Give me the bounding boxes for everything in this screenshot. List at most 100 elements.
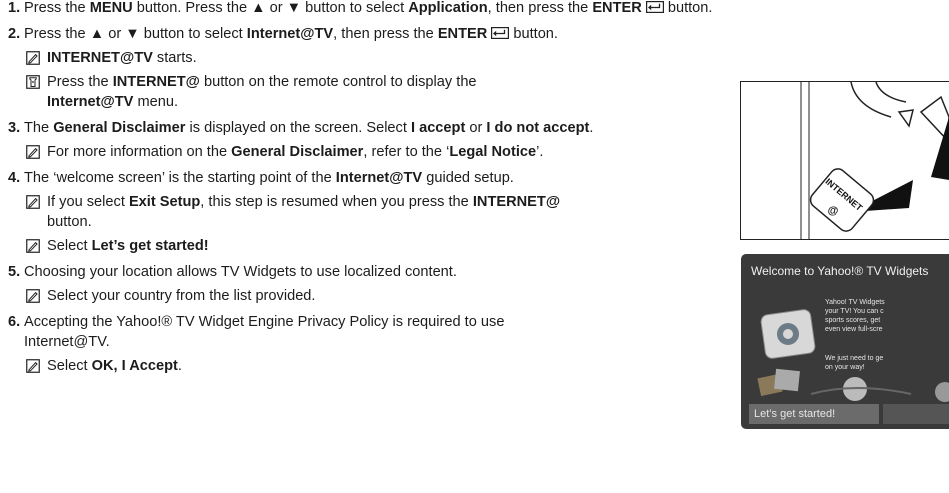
step-number: 2. xyxy=(8,26,21,42)
note-text: If you select Exit Setup, this step is r… xyxy=(47,192,731,232)
note-icon xyxy=(26,289,40,303)
bold-term: General Disclaimer xyxy=(231,144,364,160)
note-text: For more information on the General Disc… xyxy=(47,142,731,162)
step-2: 2. Press the ▲ or ▼ button to select Inte… xyxy=(0,24,731,44)
exit-setup-button xyxy=(883,404,949,424)
step-3: 3. The General Disclaimer is displayed on… xyxy=(0,118,731,138)
bold-term: Internet@TV xyxy=(246,26,334,42)
text-run: Accepting the Yahoo!® TV Widget Engine P… xyxy=(24,314,505,330)
step-text: The General Disclaimer is displayed on t… xyxy=(24,118,731,138)
note-text: INTERNET@TV starts. xyxy=(47,48,731,68)
text-run: or xyxy=(465,120,487,136)
body-line: even view full-scre xyxy=(825,326,883,333)
text-run: button. Press the ▲ or ▼ button to selec… xyxy=(132,0,409,16)
text-run: . xyxy=(589,120,594,136)
lets-get-started-button: Let’s get started! xyxy=(749,404,879,424)
step-number: 1. xyxy=(8,0,21,16)
text-run: button. xyxy=(47,214,92,230)
text-run: Press the ▲ or ▼ button to select xyxy=(24,26,247,42)
step-number: 6. xyxy=(8,314,21,330)
step-text: The ‘welcome screen’ is the starting poi… xyxy=(24,168,731,188)
bold-term: MENU xyxy=(89,0,133,16)
step-text: Press the ▲ or ▼ button to select Intern… xyxy=(24,24,731,44)
text-run: The xyxy=(24,120,54,136)
step-text: Press the MENU button. Press the ▲ or ▼ … xyxy=(24,0,731,18)
step-4-note: If you select Exit Setup, this step is r… xyxy=(0,192,731,232)
text-run: Internet@TV. xyxy=(24,334,110,350)
step-6-note: Select OK, I Accept. xyxy=(0,356,731,376)
body-line: sports scores, get xyxy=(825,317,881,324)
remote-icon xyxy=(26,75,40,89)
note-text: Select OK, I Accept. xyxy=(47,356,731,376)
remote-control-illustration: INTERNET @ xyxy=(740,81,949,240)
text-run: Select xyxy=(47,358,92,374)
bold-term: INTERNET@ xyxy=(112,74,200,90)
text-run: button. xyxy=(663,0,713,16)
bold-term: OK, I Accept xyxy=(91,358,178,374)
body-line: Yahoo! TV Widgets xyxy=(825,299,885,306)
step-6: 6. Accepting the Yahoo!® TV Widget Engine… xyxy=(0,312,731,352)
step-5: 5. Choosing your location allows TV Widge… xyxy=(0,262,731,282)
step-text: Accepting the Yahoo!® TV Widget Engine P… xyxy=(24,312,731,352)
step-1: 1. Press the MENU button. Press the ▲ or … xyxy=(0,0,731,18)
welcome-screen-graphics xyxy=(757,309,949,402)
text-run: For more information on the xyxy=(47,144,232,160)
note-icon xyxy=(26,145,40,159)
step-2-note: Press the INTERNET@ button on the remote… xyxy=(0,72,731,112)
step-3-note: For more information on the General Disc… xyxy=(0,142,731,162)
bold-term: I accept xyxy=(410,120,466,136)
bold-term: ENTER xyxy=(437,26,488,42)
text-run: The ‘welcome screen’ is the starting poi… xyxy=(24,170,336,186)
body-line: on your way! xyxy=(825,364,865,371)
text-run: Press the xyxy=(24,0,90,16)
bold-term: Application xyxy=(408,0,488,16)
bold-term: Exit Setup xyxy=(128,194,201,210)
text-run: Select your country from the list provid… xyxy=(47,288,316,304)
step-number: 5. xyxy=(8,264,21,280)
step-number: 3. xyxy=(8,120,21,136)
note-icon xyxy=(26,239,40,253)
text-run: starts. xyxy=(152,50,197,66)
text-run: button on the remote control to display … xyxy=(199,74,477,90)
enter-key-icon xyxy=(645,1,664,13)
text-run: button. xyxy=(509,26,558,42)
welcome-screen-body-2: We just need to ge on your way! xyxy=(825,354,883,372)
internet-button-symbol: @ xyxy=(828,205,839,217)
text-run: If you select xyxy=(47,194,129,210)
bold-term: INTERNET@ xyxy=(472,194,561,210)
step-2-note: INTERNET@TV starts. xyxy=(0,48,731,68)
note-text: Press the INTERNET@ button on the remote… xyxy=(47,72,731,112)
note-icon xyxy=(26,51,40,65)
text-run: is displayed on the screen. Select xyxy=(185,120,411,136)
step-text: Choosing your location allows TV Widgets… xyxy=(24,262,731,282)
step-number: 4. xyxy=(8,170,21,186)
bold-term: I do not accept xyxy=(486,120,590,136)
note-text: Select Let’s get started! xyxy=(47,236,731,256)
note-icon xyxy=(26,359,40,373)
text-run: . xyxy=(177,358,182,374)
note-text: Select your country from the list provid… xyxy=(47,286,731,306)
remote-control-drawing: INTERNET @ xyxy=(800,82,949,239)
bold-term: Internet@TV xyxy=(47,94,134,110)
bold-term: Internet@TV xyxy=(335,170,423,186)
text-run: , refer to the ‘ xyxy=(363,144,450,160)
text-run: menu. xyxy=(133,94,179,110)
step-5-note: Select your country from the list provid… xyxy=(0,286,731,306)
text-run: Select xyxy=(47,238,92,254)
text-run: Press the xyxy=(47,74,113,90)
text-run: guided setup. xyxy=(422,170,514,186)
text-run: , this step is resumed when you press th… xyxy=(200,194,473,210)
text-run: Choosing your location allows TV Widgets… xyxy=(24,264,457,280)
bold-term: Let’s get started! xyxy=(91,238,209,254)
enter-key-icon xyxy=(491,27,510,39)
welcome-screen-illustration: Welcome to Yahoo!® TV Widgets Yahoo! TV … xyxy=(741,254,949,429)
text-run: , then press the xyxy=(333,26,438,42)
text-run: ’. xyxy=(536,144,544,160)
welcome-screen-body: Yahoo! TV Widgets your TV! You can c spo… xyxy=(825,298,885,334)
body-line: We just need to ge xyxy=(825,355,884,362)
bold-term: ENTER xyxy=(592,0,642,16)
bold-term: Legal Notice xyxy=(449,144,537,160)
instruction-list: 1. Press the MENU button. Press the ▲ or … xyxy=(0,0,731,376)
bold-term: INTERNET@TV xyxy=(47,50,153,66)
body-line: your TV! You can c xyxy=(825,308,884,315)
